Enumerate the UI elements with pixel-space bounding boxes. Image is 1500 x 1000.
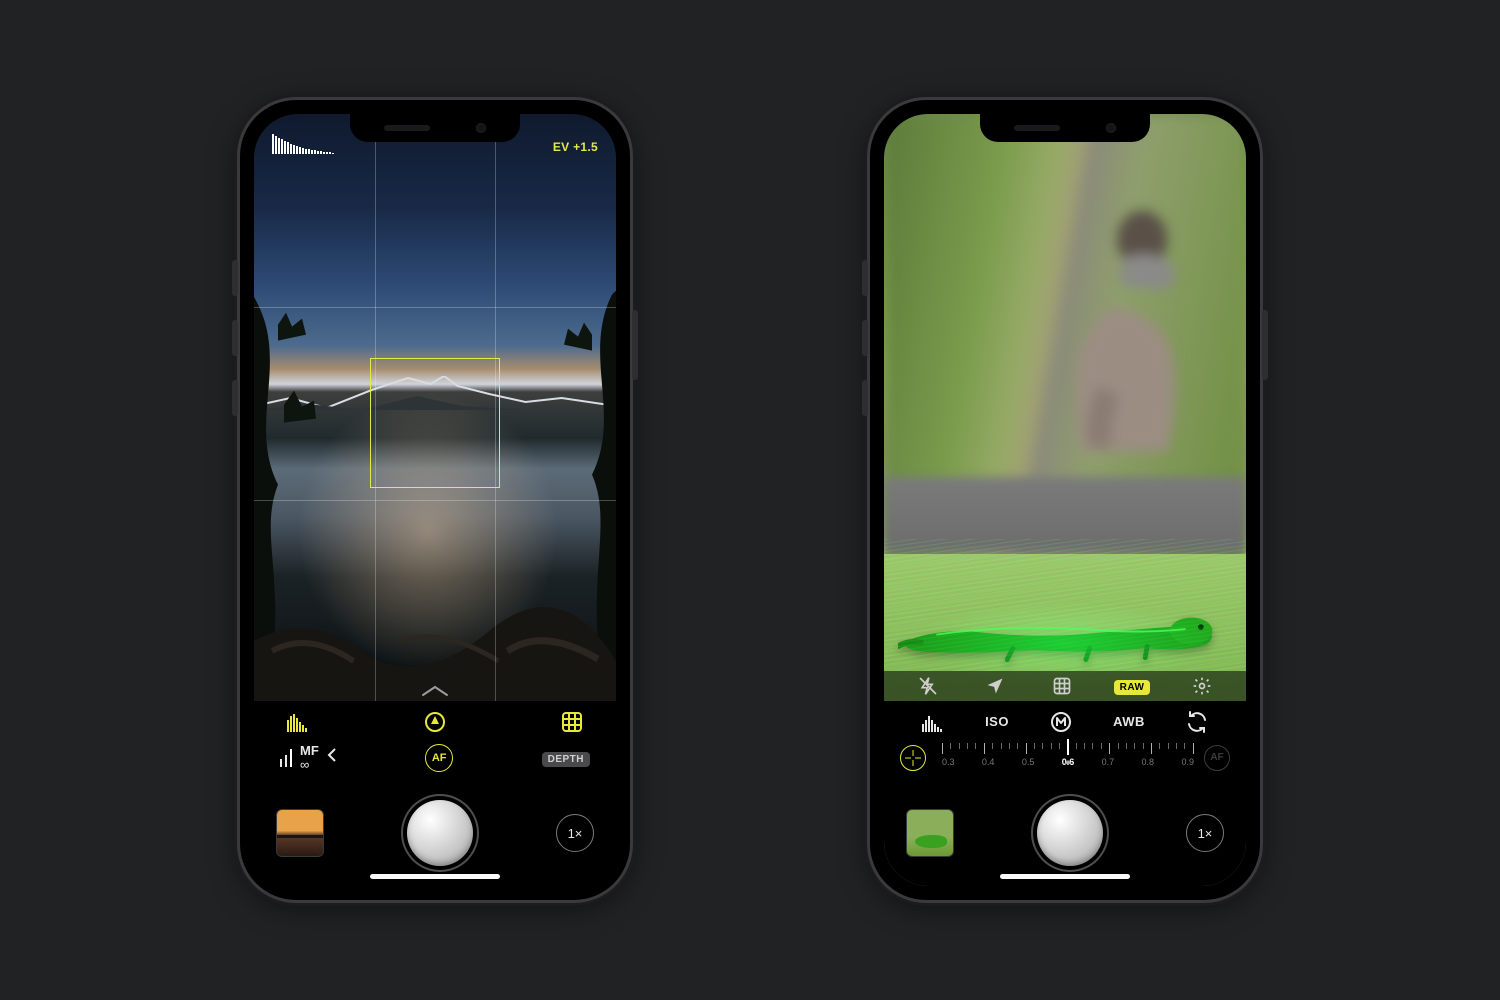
foreground-driftwood — [254, 581, 616, 701]
phone-right: RAW ISO AWB — [870, 100, 1260, 900]
zoom-label: 1× — [568, 826, 583, 841]
zoom-label: 1× — [1198, 826, 1213, 841]
background-person — [1036, 176, 1210, 577]
flash-off-icon[interactable] — [913, 671, 943, 701]
home-indicator[interactable] — [1000, 874, 1130, 879]
histogram-icon[interactable] — [915, 707, 951, 737]
infinity-label: ∞ — [300, 758, 319, 771]
shutter-button[interactable] — [407, 800, 473, 866]
histogram-icon[interactable] — [280, 707, 316, 737]
focus-cursor[interactable] — [1067, 739, 1069, 755]
manual-mode-icon[interactable] — [1043, 707, 1079, 737]
zoom-button[interactable]: 1× — [1186, 814, 1224, 852]
focus-distance-scale[interactable]: 0.30.40.50.60.70.80.9 — [942, 741, 1194, 775]
histogram-overlay[interactable] — [272, 132, 338, 154]
iso-button[interactable]: ISO — [985, 714, 1009, 729]
last-photo-thumbnail[interactable] — [276, 809, 324, 857]
camera-swap-icon[interactable] — [1179, 707, 1215, 737]
screen: RAW ISO AWB — [884, 114, 1246, 886]
depth-label: DEPTH — [542, 752, 590, 767]
notch — [350, 114, 520, 142]
awb-button[interactable]: AWB — [1113, 714, 1145, 729]
scale-label: 0.8 — [1142, 757, 1155, 767]
control-panel: ISO AWB 0.30.40.50.60.70.80.9 — [884, 701, 1246, 886]
scale-label: 0.5 — [1022, 757, 1035, 767]
last-photo-thumbnail[interactable] — [906, 809, 954, 857]
chevron-up-icon[interactable] — [421, 685, 449, 697]
control-panel: MF ∞ AF DEPTH 1× — [254, 701, 616, 886]
scale-label: 0.3 — [942, 757, 955, 767]
raw-button[interactable]: RAW — [1114, 677, 1151, 695]
focus-loupe-button[interactable] — [900, 745, 926, 771]
grid-icon[interactable] — [554, 707, 590, 737]
mf-label: MF — [300, 744, 319, 757]
depth-button[interactable]: DEPTH — [542, 749, 590, 767]
home-indicator[interactable] — [370, 874, 500, 879]
screen: EV +1.5 — [254, 114, 616, 886]
scale-label: 0.4 — [982, 757, 995, 767]
autofocus-button[interactable]: AF — [421, 743, 457, 773]
af-label: AF — [1210, 752, 1223, 763]
manual-focus-indicator[interactable]: MF ∞ — [280, 744, 337, 771]
settings-icon[interactable] — [1187, 671, 1217, 701]
viewfinder-toolbar: RAW — [884, 671, 1246, 701]
chevron-left-icon — [327, 747, 337, 768]
zoom-button[interactable]: 1× — [556, 814, 594, 852]
af-label: AF — [432, 752, 447, 764]
scale-label: 0.9 — [1181, 757, 1194, 767]
focus-peaking-icon[interactable] — [417, 707, 453, 737]
notch — [980, 114, 1150, 142]
scale-label: 0.7 — [1102, 757, 1115, 767]
focus-box[interactable] — [370, 358, 500, 488]
autofocus-button-disabled[interactable]: AF — [1204, 745, 1230, 771]
phone-left: EV +1.5 — [240, 100, 630, 900]
stage: EV +1.5 — [0, 0, 1500, 1000]
location-icon[interactable] — [980, 671, 1010, 701]
raw-label: RAW — [1114, 680, 1151, 695]
grid-icon[interactable] — [1047, 671, 1077, 701]
exposure-value-badge[interactable]: EV +1.5 — [553, 140, 598, 154]
shutter-button[interactable] — [1037, 800, 1103, 866]
